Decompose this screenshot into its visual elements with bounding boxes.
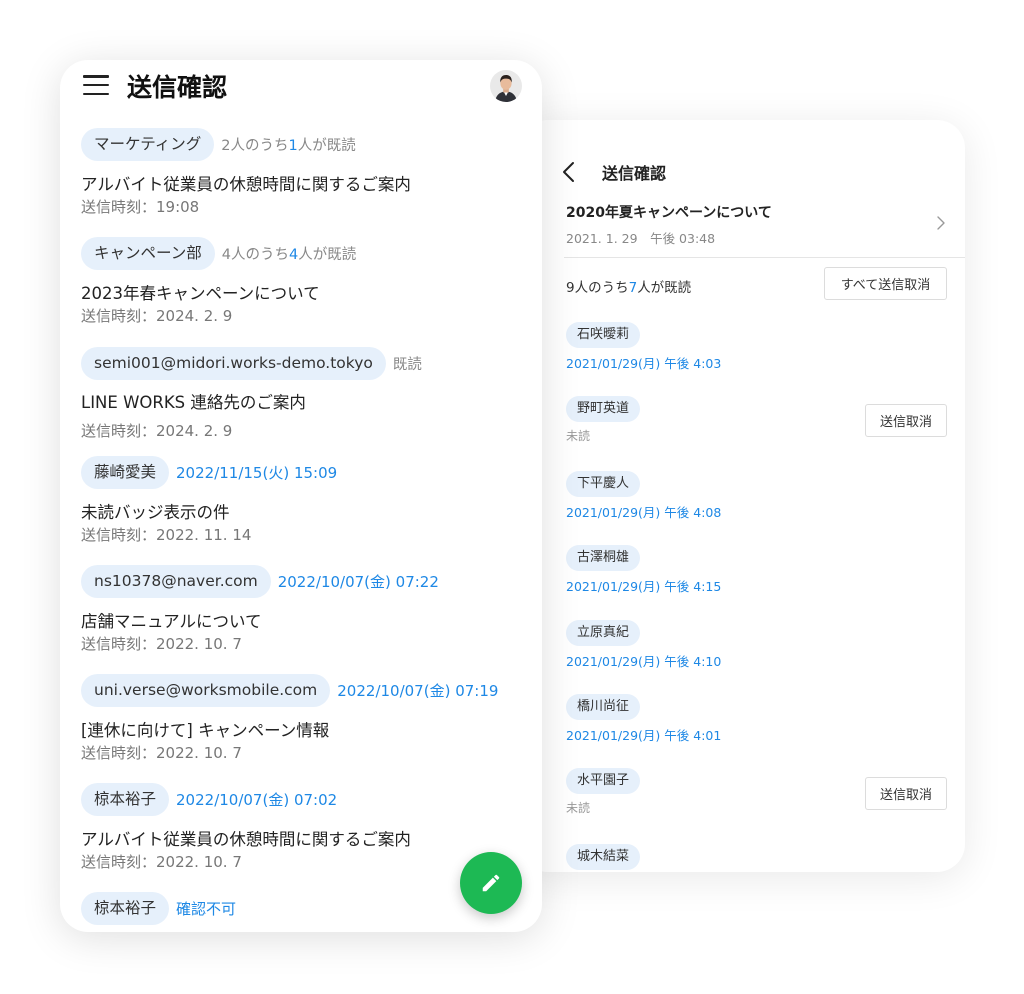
read-time: 2022/10/07(金) 07:22: [277, 573, 439, 591]
recipient-name: 立原真紀: [566, 620, 641, 646]
compose-button[interactable]: [460, 852, 522, 914]
sent-messages-panel: 送信確認 マーケティング 2人のうち1人が既読 アルバイト従業員の休憩時間に関する…: [60, 60, 542, 932]
read-time: 2021/01/29(月) 午後 4:08: [566, 505, 722, 520]
read-count: 9人のうち7人が既読: [566, 280, 692, 296]
recipient-tag: 椋本裕子: [81, 783, 170, 816]
detail-title: 送信確認: [602, 164, 667, 183]
read-time: 2021/01/29(月) 午後 4:15: [566, 579, 722, 594]
read-time: 2022/10/07(金) 07:19: [337, 682, 499, 700]
read-status: 2人のうち1人が既読: [221, 138, 356, 154]
recipient-name: 水平園子: [566, 768, 641, 794]
recipient-tag: uni.verse@worksmobile.com: [81, 674, 331, 707]
page-title: 送信確認: [127, 73, 228, 102]
sent-time: 送信時刻：2022. 10. 7: [81, 853, 242, 871]
list-item[interactable]: 椋本裕子 2022/10/07(金) 07:02 アルバイト従業員の休憩時間に関す…: [81, 783, 521, 883]
read-status: 既読: [392, 357, 422, 373]
read-time: 2022/11/15(火) 15:09: [176, 464, 338, 482]
recipient-name: 古澤桐雄: [566, 545, 641, 571]
read-time: 2021/01/29(月) 午後 4:10: [566, 654, 722, 669]
recipient-row: 橋川尚征 2021/01/29(月) 午後 4:01: [566, 694, 946, 764]
message-subject: 店舗マニュアルについて: [81, 612, 262, 631]
message-subject: アルバイト従業員の休憩時間に関するご案内: [81, 830, 411, 849]
recipient-row: 立原真紀 2021/01/29(月) 午後 4:10: [566, 620, 946, 690]
sent-time: 送信時刻：2024. 2. 9: [81, 307, 233, 325]
message-subject: [連休に向けて] キャンペーン情報: [81, 721, 330, 740]
sent-time: 送信時刻：2022. 10. 7: [81, 635, 242, 653]
recipient-tag: 椋本裕子: [81, 892, 170, 925]
recipient-tag: 藤崎愛美: [81, 456, 170, 489]
recipient-tag: キャンペーン部: [81, 237, 215, 270]
recipient-name: 石咲曖莉: [566, 322, 641, 348]
detail-header: 送信確認: [563, 156, 667, 188]
message-subject: アルバイト従業員の休憩時間に関するご案内: [81, 175, 411, 194]
cancel-send-button[interactable]: 送信取消: [865, 404, 947, 437]
recipient-row: 石咲曖莉 2021/01/29(月) 午後 4:03: [566, 322, 946, 392]
recipient-row: 城木結菜: [566, 844, 946, 872]
pencil-icon: [480, 872, 502, 894]
chevron-left-icon[interactable]: [552, 156, 584, 188]
recipient-name: 野町英道: [566, 396, 641, 422]
read-status: 確認不可: [176, 900, 237, 918]
read-status-detail-panel: 送信確認 2020年夏キャンペーンについて 2021. 1. 29 午後 03:…: [520, 120, 965, 872]
chevron-right-icon[interactable]: [932, 212, 950, 234]
read-time: 2022/10/07(金) 07:02: [176, 791, 338, 809]
cancel-send-button[interactable]: 送信取消: [865, 777, 947, 810]
list-item[interactable]: 藤崎愛美 2022/11/15(火) 15:09 未読バッジ表示の件 送信時刻：2…: [81, 456, 521, 556]
sent-time: 送信時刻：2022. 11. 14: [81, 526, 252, 544]
unread-status: 未読: [566, 429, 591, 443]
message-subject: 未読バッジ表示の件: [81, 503, 230, 522]
divider: [564, 257, 965, 258]
list-item[interactable]: 椋本裕子 確認不可: [81, 892, 521, 932]
message-subject: 2023年春キャンペーンについて: [81, 284, 320, 303]
sent-time: 送信時刻：2024. 2. 9: [81, 422, 233, 440]
message-subject: LINE WORKS 連絡先のご案内: [81, 393, 306, 412]
list-item[interactable]: uni.verse@worksmobile.com 2022/10/07(金) 0…: [81, 674, 521, 774]
list-item[interactable]: キャンペーン部 4人のうち4人が既読 2023年春キャンペーンについて 送信時刻：…: [81, 237, 521, 337]
recipient-tag: ns10378@naver.com: [81, 565, 271, 598]
list-item[interactable]: ns10378@naver.com 2022/10/07(金) 07:22 店舗マ…: [81, 565, 521, 665]
recipient-tag: semi001@midori.works-demo.tokyo: [81, 347, 386, 380]
list-item[interactable]: semi001@midori.works-demo.tokyo 既読 LINE W…: [81, 347, 521, 447]
message-date: 2021. 1. 29 午後 03:48: [566, 231, 716, 246]
recipient-tag: マーケティング: [81, 128, 215, 161]
user-avatar[interactable]: [490, 70, 522, 102]
hamburger-menu-icon[interactable]: [83, 74, 109, 96]
message-subject[interactable]: 2020年夏キャンペーンについて: [566, 202, 772, 222]
recipient-row: 古澤桐雄 2021/01/29(月) 午後 4:15: [566, 545, 946, 615]
cancel-all-button[interactable]: すべて送信取消: [824, 267, 947, 300]
sent-time: 送信時刻：19:08: [81, 198, 200, 216]
read-time: 2021/01/29(月) 午後 4:03: [566, 356, 722, 371]
read-time: 2021/01/29(月) 午後 4:01: [566, 728, 722, 743]
recipient-name: 下平慶人: [566, 471, 641, 497]
sent-time: 送信時刻：2022. 10. 7: [81, 744, 242, 762]
list-item[interactable]: マーケティング 2人のうち1人が既読 アルバイト従業員の休憩時間に関するご案内 送…: [81, 128, 521, 228]
recipient-name: 橋川尚征: [566, 694, 641, 720]
read-status: 4人のうち4人が既読: [221, 247, 357, 263]
recipient-name: 城木結菜: [566, 844, 641, 870]
recipient-row: 下平慶人 2021/01/29(月) 午後 4:08: [566, 471, 946, 541]
unread-status: 未読: [566, 801, 591, 815]
